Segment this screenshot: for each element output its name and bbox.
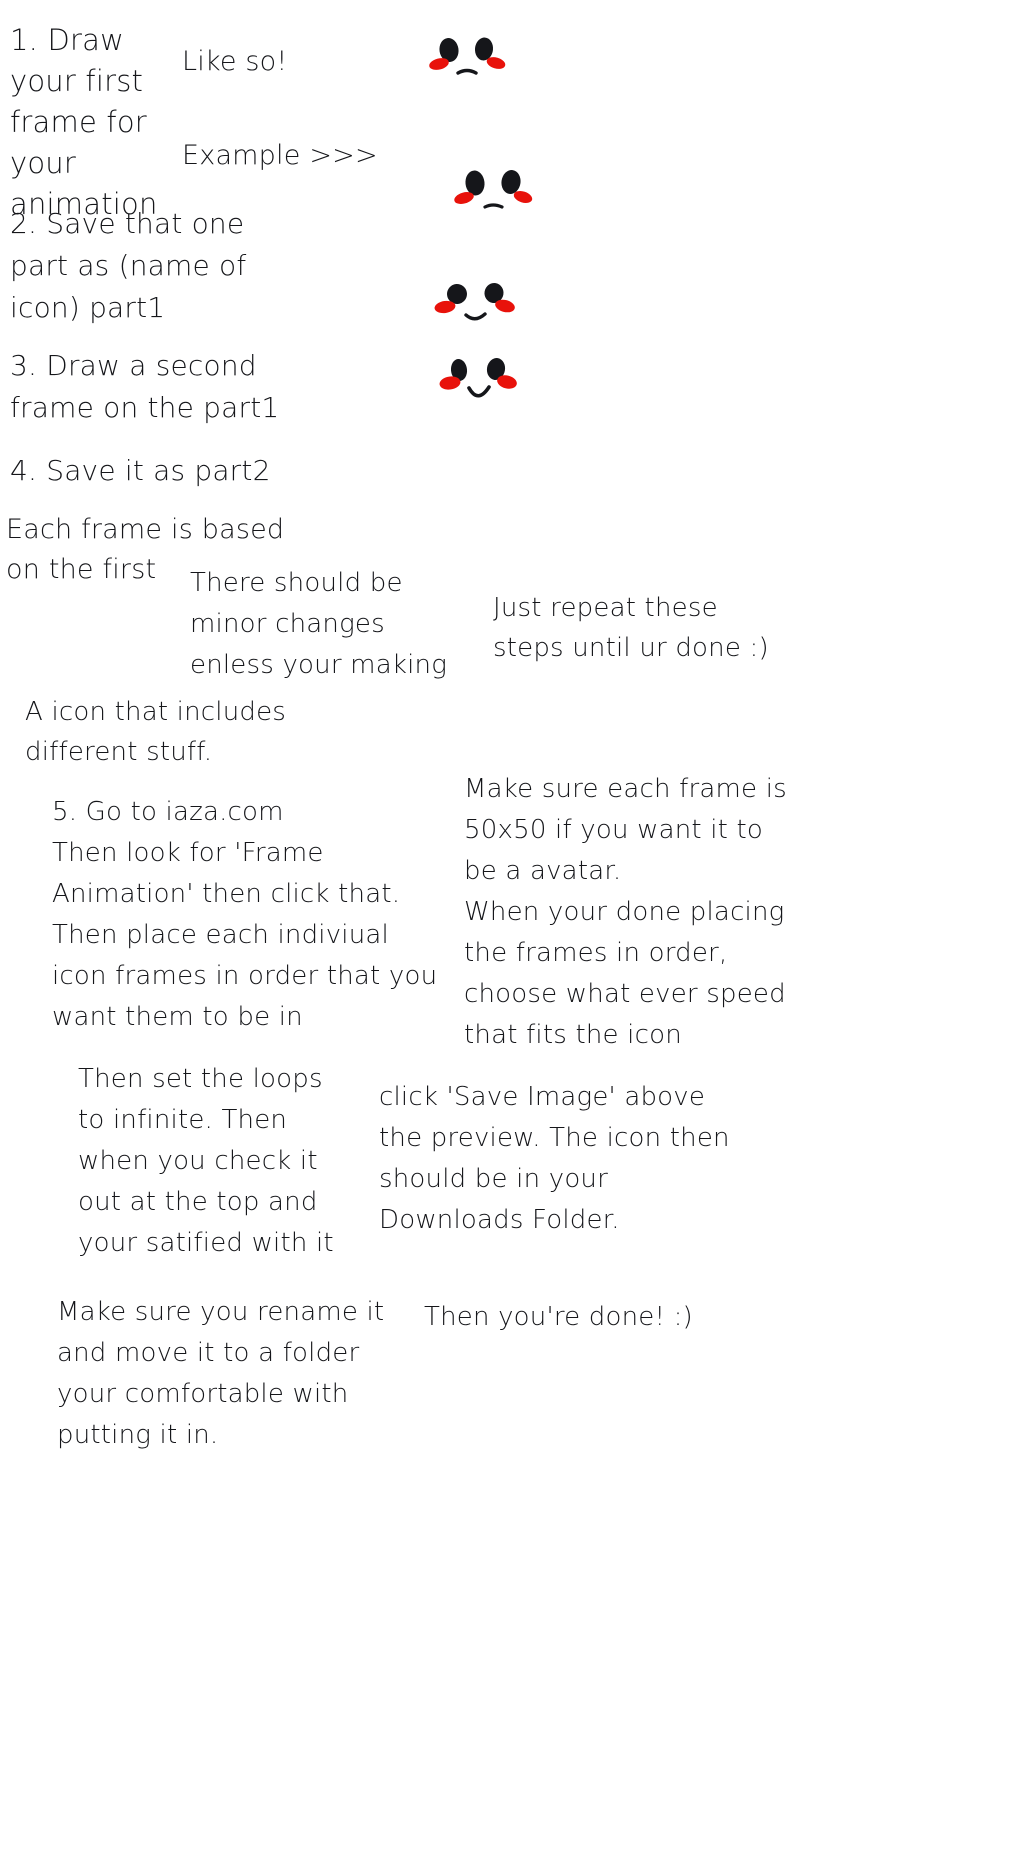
- note-minor-changes: There should be minor changes enless you…: [190, 568, 447, 680]
- note-step-3: 3. Draw a second frame on the part1: [10, 349, 280, 424]
- mouth-small-frown-icon: [483, 203, 504, 209]
- note-step-2: 2. Save that one part as (name of icon) …: [10, 207, 256, 324]
- note-like-so-example: Like so! Example >>>: [182, 46, 378, 171]
- face-doodle-icon-frame-1: [429, 37, 506, 75]
- face-doodle-icon-frame-2: [454, 170, 533, 209]
- face-doodle-icon-frame-4: [439, 358, 517, 398]
- note-rename-and-move: Make sure you rename it and move it to a…: [57, 1297, 393, 1450]
- mouth-smile-icon: [467, 385, 491, 398]
- note-set-loops-infinite: Then set the loops to infinite. Then whe…: [78, 1064, 334, 1258]
- note-step-4: 4. Save it as part2: [10, 454, 271, 487]
- note-just-repeat: Just repeat these steps until ur done :): [493, 593, 769, 663]
- note-click-save-image: click 'Save Image' above the preview. Th…: [379, 1082, 739, 1235]
- note-step-1: 1. Draw your first frame for your animat…: [10, 23, 158, 221]
- face-doodle-icon-frame-3: [434, 283, 515, 321]
- tutorial-page: 1. Draw your first frame for your animat…: [0, 0, 1024, 1850]
- note-step-5: 5. Go to iaza.com Then look for 'Frame A…: [52, 797, 438, 1032]
- note-a-icon-includes: A icon that includes different stuff.: [25, 697, 295, 767]
- note-then-youre-done: Then you're done! :): [424, 1302, 693, 1332]
- mouth-frown-icon: [456, 68, 478, 75]
- mouth-slight-smile-icon: [464, 312, 487, 321]
- note-make-sure-50x50: Make sure each frame is 50x50 if you wan…: [464, 774, 787, 1050]
